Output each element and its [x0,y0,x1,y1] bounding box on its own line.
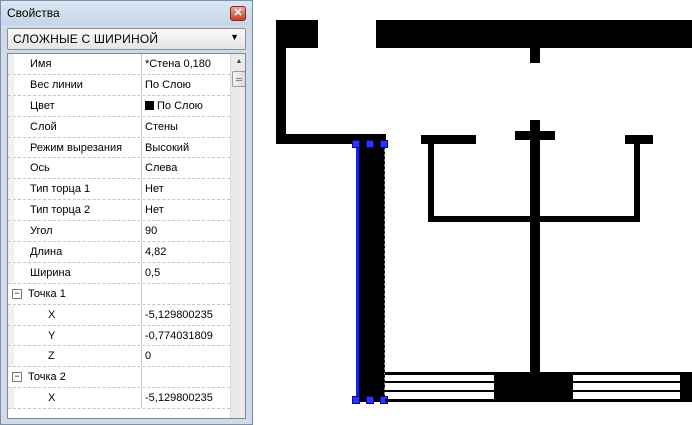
scroll-up-icon[interactable]: ▲ [231,54,245,70]
properties-window: Свойства ✕ СЛОЖНЫЕ С ШИРИНОЙ ▼ Имя *Стен… [0,0,253,425]
collapse-icon[interactable]: − [12,288,22,299]
close-icon: ✕ [233,7,243,19]
property-label: Ширина [30,266,71,279]
drawing-canvas[interactable] [253,0,692,425]
property-label: Угол [30,225,53,238]
property-rows: Имя *Стена 0,180 Вес линии По Слою Цвет … [8,54,230,410]
property-row-end-type-1[interactable]: Тип торца 1 Нет [8,179,230,201]
grip-icon [236,78,242,81]
selection-grip-icon[interactable] [352,396,360,404]
property-label: Длина [30,246,63,259]
wall-top-right[interactable] [376,20,692,48]
property-row-end-type-2[interactable]: Тип торца 2 Нет [8,200,230,222]
property-value[interactable]: Нет [141,179,230,200]
category-value-empty [141,283,230,304]
property-label: Режим вырезания [30,141,123,154]
wall-top-left[interactable] [276,20,318,48]
property-grid: Имя *Стена 0,180 Вес линии По Слою Цвет … [7,53,246,419]
property-label: Цвет [30,99,55,112]
property-value[interactable]: Нет [141,200,230,221]
property-value[interactable]: Слева [141,158,230,179]
property-row-point1-x[interactable]: X -5,129800235 [8,304,230,326]
property-value[interactable]: По Слою [141,74,230,95]
object-type-selected: СЛОЖНЫЕ С ШИРИНОЙ [13,32,159,46]
category-label: Точка 1 [28,287,66,300]
partition-vertical-left[interactable] [428,140,434,222]
property-value[interactable]: -0,774031809 [141,325,230,346]
property-value[interactable]: -5,129800235 [141,304,230,325]
scrollbar-thumb[interactable] [232,71,245,87]
property-row-color[interactable]: Цвет По Слою [8,95,230,117]
selection-grip-icon[interactable] [352,140,360,148]
property-value[interactable]: Высокий [141,137,230,158]
property-value[interactable]: 4,82 [141,242,230,262]
category-point-2[interactable]: − Точка 2 [8,367,230,389]
property-row-point2-x[interactable]: X -5,129800235 [8,388,230,410]
property-value[interactable]: -5,129800235 [141,388,230,409]
category-point-1[interactable]: − Точка 1 [8,283,230,305]
window-title: Свойства [7,6,60,20]
object-type-dropdown[interactable]: СЛОЖНЫЕ С ШИРИНОЙ ▼ [7,28,246,50]
color-swatch-icon [145,100,154,110]
property-row-axis[interactable]: Ось Слева [8,158,230,180]
property-row-length[interactable]: Длина 4,82 [8,242,230,263]
vertical-scrollbar[interactable]: ▲ [230,54,245,418]
category-value-empty [141,367,230,388]
property-row-name[interactable]: Имя *Стена 0,180 [8,54,230,75]
property-row-layer[interactable]: Слой Стены [8,116,230,138]
wall-stub-top[interactable] [530,48,540,63]
property-label: Имя [30,58,52,70]
property-label: Вес линии [30,78,83,91]
property-row-lineweight[interactable]: Вес линии По Слою [8,74,230,96]
wall-left-vertical[interactable] [276,48,286,143]
property-value[interactable]: 90 [141,221,230,242]
selection-grip-icon[interactable] [366,140,374,148]
wall-bottom-right-pier[interactable] [680,372,692,402]
property-value[interactable]: 0 [141,346,230,367]
property-value[interactable]: *Стена 0,180 [141,54,230,74]
property-value: По Слою [157,99,203,112]
property-label: Ось [30,162,50,175]
title-bar[interactable]: Свойства ✕ [1,1,252,25]
property-label: Слой [30,120,57,133]
partition-horizontal-bottom[interactable] [428,216,640,222]
property-row-point1-z[interactable]: Z 0 [8,346,230,368]
selected-wall[interactable] [357,144,385,402]
property-value[interactable]: Стены [141,116,230,137]
property-value-color[interactable]: По Слою [141,95,230,116]
property-label: Тип торца 2 [30,204,91,217]
chevron-down-icon[interactable]: ▼ [230,32,239,42]
collapse-icon[interactable]: − [12,372,22,383]
property-row-point1-y[interactable]: Y -0,774031809 [8,325,230,347]
column-vertical-center[interactable] [530,120,540,374]
property-row-width[interactable]: Ширина 0,5 [8,262,230,284]
property-row-angle[interactable]: Угол 90 [8,221,230,243]
selection-axis-line [356,144,359,402]
property-value[interactable]: 0,5 [141,262,230,283]
wall-bottom-pier[interactable] [494,372,573,402]
selected-wall-edge [384,144,385,400]
selection-grip-icon[interactable] [380,140,388,148]
partition-vertical-right[interactable] [634,140,640,222]
close-button[interactable]: ✕ [230,6,246,21]
property-label: Тип торца 1 [30,183,91,196]
selection-grip-icon[interactable] [366,396,374,404]
property-row-cut-mode[interactable]: Режим вырезания Высокий [8,137,230,159]
category-label: Точка 2 [28,371,66,384]
